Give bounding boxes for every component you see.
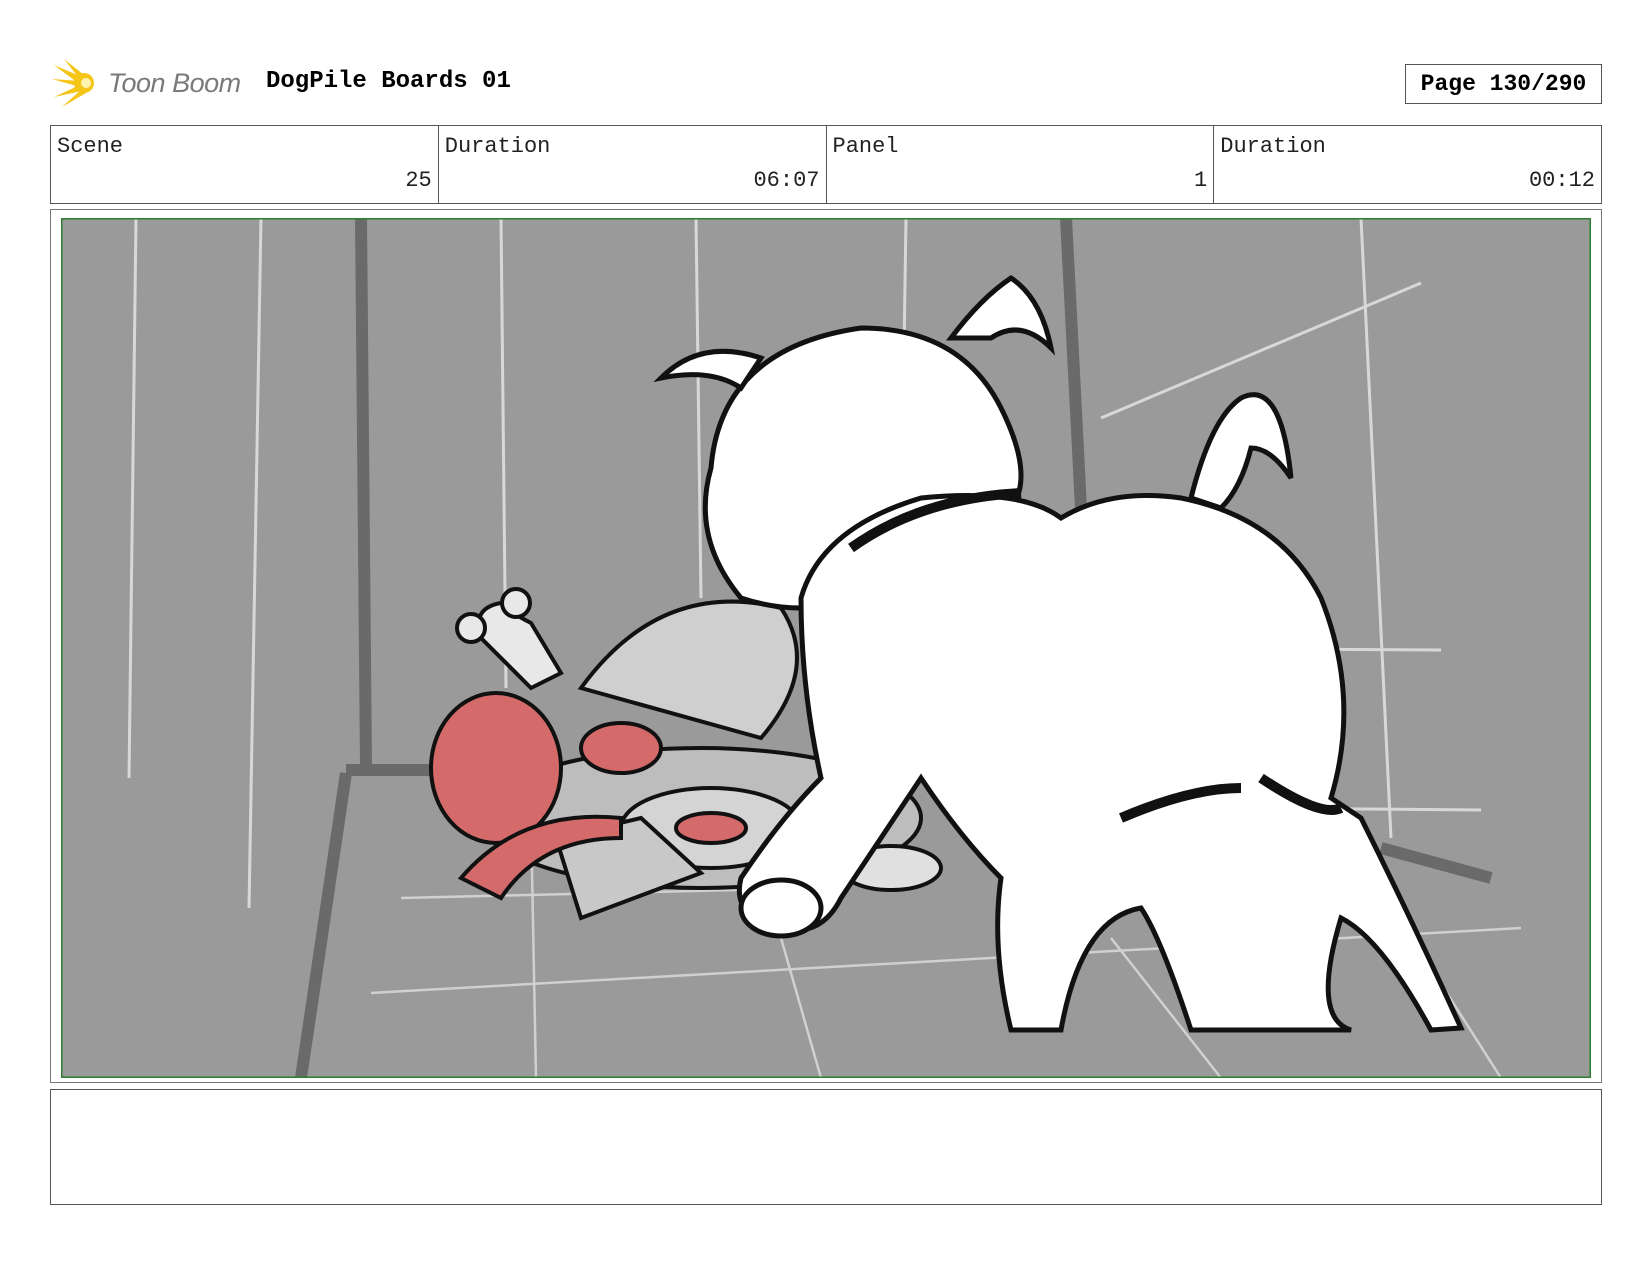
scene-duration-cell: Duration 06:07 (439, 126, 827, 203)
scene-cell: Scene 25 (51, 126, 439, 203)
brand-name: Toon Boom (108, 68, 241, 98)
panel-notes (50, 1089, 1602, 1205)
panel-cell: Panel 1 (827, 126, 1215, 203)
panel-artwork (61, 218, 1591, 1078)
document-title: DogPile Boards 01 (266, 68, 511, 95)
storyboard-panel (50, 209, 1602, 1083)
panel-duration-cell: Duration 00:12 (1214, 126, 1601, 203)
page-header: Toon Boom DogPile Boards 01 Page 130/290 (50, 55, 1602, 115)
panel-value: 1 (1194, 168, 1208, 193)
scene-label: Scene (57, 134, 124, 159)
scene-value: 25 (405, 168, 432, 193)
scene-duration-label: Duration (444, 134, 551, 159)
panel-duration-value: 00:12 (1528, 168, 1595, 193)
panel-label: Panel (832, 134, 899, 159)
scene-info-table: Scene 25 Duration 06:07 Panel 1 Duration… (50, 125, 1602, 204)
page-number: Page 130/290 (1405, 64, 1602, 104)
scene-duration-value: 06:07 (753, 168, 820, 193)
toon-boom-logo-icon (52, 59, 94, 107)
panel-duration-label: Duration (1220, 134, 1326, 159)
